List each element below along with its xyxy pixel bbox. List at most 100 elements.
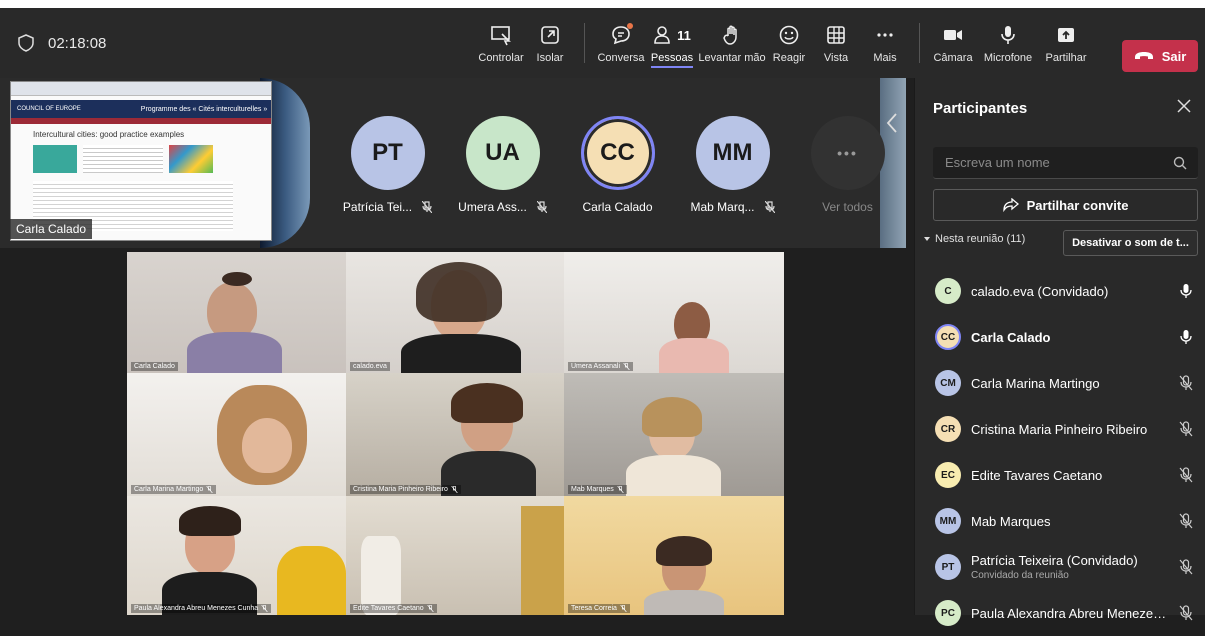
mic-off-icon xyxy=(623,363,630,370)
avatar: CC xyxy=(580,116,655,190)
reagir-label: Reagir xyxy=(772,52,806,64)
pessoas-label: Pessoas xyxy=(650,52,694,68)
participant-video xyxy=(656,536,712,566)
panel-title: Participantes xyxy=(933,100,1028,117)
video-tile-name: Edite Tavares Caetano xyxy=(353,605,424,612)
shared-text-block xyxy=(83,145,163,173)
participant-row[interactable]: C calado.eva (Convidado) xyxy=(915,268,1205,314)
microfone-button[interactable]: Microfone xyxy=(976,8,1040,78)
participant-row[interactable]: PC Paula Alexandra Abreu Menezes ... xyxy=(915,590,1205,636)
avatar: C xyxy=(935,278,961,304)
leave-button[interactable]: Sair xyxy=(1122,40,1198,72)
video-tile[interactable]: Teresa Correia xyxy=(564,496,784,615)
video-tile[interactable]: Carla Calado xyxy=(127,252,346,373)
mic-off-icon xyxy=(1179,559,1193,575)
presenter-label: Carla Calado xyxy=(10,219,93,239)
video-tile-label: Edite Tavares Caetano xyxy=(350,604,437,613)
gallery-item[interactable]: CC Carla Calado xyxy=(560,116,675,214)
see-all-item[interactable]: ••• Ver todos xyxy=(790,116,905,214)
participant-row[interactable]: MM Mab Marques xyxy=(915,498,1205,544)
chat-unread-dot xyxy=(627,23,633,29)
caret-down-icon xyxy=(924,237,930,241)
people-icon xyxy=(654,26,670,44)
shared-screen[interactable]: COUNCIL OF EUROPE Programme des « Cités … xyxy=(10,81,272,241)
participant-video xyxy=(187,332,282,373)
mute-all-button[interactable]: Desativar o som de t... xyxy=(1063,230,1198,256)
video-tile-name: Carla Calado xyxy=(134,363,175,370)
mic-off-icon xyxy=(261,605,268,612)
participant-name: Patrícia Teixeira (Convidado) xyxy=(971,553,1138,568)
close-icon[interactable] xyxy=(1177,99,1191,113)
video-tile-label: Mab Marques xyxy=(568,485,627,494)
video-tile[interactable]: Carla Marina Martingo xyxy=(127,373,346,496)
participant-video xyxy=(277,546,346,615)
participant-row[interactable]: EC Edite Tavares Caetano xyxy=(915,452,1205,498)
vista-button[interactable]: Vista xyxy=(811,8,861,78)
participant-list: C calado.eva (Convidado) CC Carla Calado… xyxy=(915,268,1205,636)
camera-icon xyxy=(944,30,962,40)
raise-hand-icon xyxy=(723,25,737,45)
participant-row[interactable]: CM Carla Marina Martingo xyxy=(915,360,1205,406)
video-tile[interactable]: Mab Marques xyxy=(564,373,784,496)
search-input[interactable] xyxy=(933,147,1198,179)
video-tile-name: Cristina Maria Pinheiro Ribeiro xyxy=(353,486,448,493)
participant-video xyxy=(659,338,729,373)
video-tile-label: Carla Calado xyxy=(131,362,178,371)
avatar: EC xyxy=(935,462,961,488)
shared-content-row xyxy=(33,145,271,173)
levantar-mao-button[interactable]: Levantar mão xyxy=(697,8,767,78)
share-invite-button[interactable]: Partilhar convite xyxy=(933,189,1198,221)
avatar: UA xyxy=(465,116,540,190)
leave-label: Sair xyxy=(1161,48,1187,64)
gallery-name-text: Mab Marq... xyxy=(690,200,755,214)
more-icon xyxy=(877,33,893,37)
mic-off-icon xyxy=(1179,375,1193,391)
video-tile-label: Umera Assanali xyxy=(568,362,634,371)
video-tile[interactable]: calado.eva xyxy=(346,252,564,373)
participant-row[interactable]: CC Carla Calado xyxy=(915,314,1205,360)
participant-video xyxy=(642,397,702,437)
shared-site-header: COUNCIL OF EUROPE Programme des « Cités … xyxy=(11,100,271,118)
video-tile-name: calado.eva xyxy=(353,363,387,370)
video-tile[interactable]: Paula Alexandra Abreu Menezes Cunha xyxy=(127,496,346,615)
levantar-label: Levantar mão xyxy=(698,52,766,64)
video-tile[interactable]: Edite Tavares Caetano xyxy=(346,496,564,615)
gallery-item[interactable]: PT Patrícia Tei... xyxy=(330,116,445,214)
participant-row[interactable]: CR Cristina Maria Pinheiro Ribeiro xyxy=(915,406,1205,452)
more-participants-icon: ••• xyxy=(810,116,885,190)
participant-video xyxy=(626,455,721,496)
gallery-name-text: Carla Calado xyxy=(582,200,653,214)
gallery-item[interactable]: MM Mab Marq... xyxy=(675,116,790,214)
participant-info: Paula Alexandra Abreu Menezes ... xyxy=(971,606,1171,621)
people-count-badge: 11 xyxy=(653,24,691,46)
pessoas-button[interactable]: 11 Pessoas xyxy=(647,8,697,78)
shared-nav-bar xyxy=(11,118,271,124)
gallery-item[interactable]: UA Umera Ass... xyxy=(445,116,560,214)
video-tile-label: Teresa Correia xyxy=(568,604,630,613)
mais-label: Mais xyxy=(873,52,897,64)
vista-label: Vista xyxy=(823,52,849,64)
camara-button[interactable]: Câmara xyxy=(930,8,976,78)
participant-video xyxy=(644,590,724,615)
video-tile[interactable]: Cristina Maria Pinheiro Ribeiro xyxy=(346,373,564,496)
conversa-label: Conversa xyxy=(597,52,645,64)
pop-out-icon xyxy=(541,26,559,44)
mic-off-icon xyxy=(427,605,434,612)
controlar-button[interactable]: Controlar xyxy=(476,8,526,78)
isolar-button[interactable]: Isolar xyxy=(526,8,574,78)
video-tile-label: Carla Marina Martingo xyxy=(131,485,217,494)
video-tile[interactable]: Umera Assanali xyxy=(564,252,784,373)
shared-image xyxy=(33,145,77,173)
section-toggle[interactable]: Nesta reunião (11) xyxy=(923,233,1025,245)
participant-row[interactable]: PT Patrícia Teixeira (Convidado) Convida… xyxy=(915,544,1205,590)
gallery-name: Umera Ass... xyxy=(458,200,547,214)
mais-button[interactable]: Mais xyxy=(861,8,909,78)
mic-off-icon xyxy=(451,486,458,493)
shield-icon xyxy=(18,34,34,52)
partilhar-button[interactable]: Partilhar xyxy=(1040,8,1092,78)
mic-off-icon xyxy=(1179,605,1193,621)
participant-info: Cristina Maria Pinheiro Ribeiro xyxy=(971,422,1171,437)
reagir-button[interactable]: Reagir xyxy=(767,8,811,78)
conversa-button[interactable]: Conversa xyxy=(595,8,647,78)
shared-browser-bar xyxy=(11,82,271,96)
